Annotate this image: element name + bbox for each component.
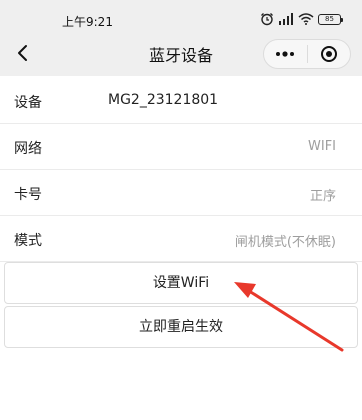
card-number-label: 卡号 bbox=[14, 187, 42, 203]
device-value: MG2_23121801 bbox=[108, 92, 219, 108]
card-number-row[interactable]: 卡号 正序 bbox=[0, 170, 362, 216]
wifi-icon bbox=[298, 13, 314, 25]
battery-icon: 85 bbox=[318, 13, 343, 25]
restart-button[interactable]: 立即重启生效 bbox=[4, 306, 358, 348]
card-number-value: 正序 bbox=[309, 189, 336, 204]
alarm-icon bbox=[260, 12, 274, 26]
device-label: 设备 bbox=[14, 95, 42, 111]
target-close-icon bbox=[320, 46, 337, 62]
set-wifi-button[interactable]: 设置WiFi bbox=[4, 262, 358, 304]
signal-icon bbox=[278, 13, 294, 25]
mode-value: 闸机模式(不休眠) bbox=[234, 235, 336, 250]
mode-label: 模式 bbox=[14, 233, 42, 249]
network-value: WIFI bbox=[308, 139, 336, 154]
status-time: 上午9:21 bbox=[62, 15, 113, 29]
network-row[interactable]: 网络 WIFI bbox=[0, 124, 362, 170]
mode-row[interactable]: 模式 闸机模式(不休眠) bbox=[0, 216, 362, 262]
top-bar: 上午9:21 85 蓝牙设备 bbox=[0, 0, 362, 76]
mini-program-capsule bbox=[263, 39, 351, 69]
status-icons: 85 bbox=[260, 11, 343, 27]
more-button[interactable] bbox=[264, 40, 307, 68]
more-dots-icon bbox=[276, 51, 295, 57]
close-mini-program-button[interactable] bbox=[307, 40, 350, 68]
device-row: 设备 MG2_23121801 bbox=[0, 78, 362, 124]
network-label: 网络 bbox=[14, 141, 42, 157]
